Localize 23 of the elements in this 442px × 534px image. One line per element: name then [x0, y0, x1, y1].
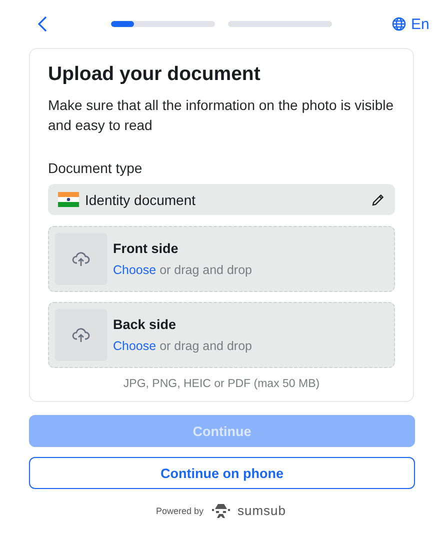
globe-icon — [392, 17, 406, 31]
continue-on-phone-button[interactable]: Continue on phone — [29, 457, 415, 489]
pencil-icon[interactable] — [371, 192, 385, 206]
upload-dropzone[interactable]: Front side Choose or drag and drop — [48, 226, 395, 292]
upload-dropzone[interactable]: Back side Choose or drag and drop — [48, 302, 395, 368]
logo-icon — [210, 504, 232, 518]
choose-link[interactable]: Choose — [113, 339, 156, 353]
choose-link[interactable]: Choose — [113, 263, 156, 277]
file-format-hint: JPG, PNG, HEIC or PDF (max 50 MB) — [122, 378, 321, 390]
side-title: Front side — [113, 241, 180, 256]
document-type-select[interactable]: Identity document — [48, 184, 395, 215]
cloud-upload-icon — [72, 251, 90, 267]
flag-icon — [58, 192, 79, 207]
powered-by-text: Powered by — [156, 506, 204, 516]
field-label: Document type — [48, 160, 144, 176]
instructions-text: Make sure that all the information on the photo is visible and easy to read — [48, 96, 395, 135]
page-title: Upload your document — [48, 63, 262, 86]
cloud-upload-icon — [72, 327, 90, 343]
side-title: Back side — [113, 317, 178, 332]
language-button[interactable]: En — [392, 16, 430, 32]
upload-hint: Choose or drag and drop — [113, 263, 252, 277]
brand-name: sumsub — [238, 503, 286, 518]
upload-hint: Choose or drag and drop — [113, 339, 252, 353]
